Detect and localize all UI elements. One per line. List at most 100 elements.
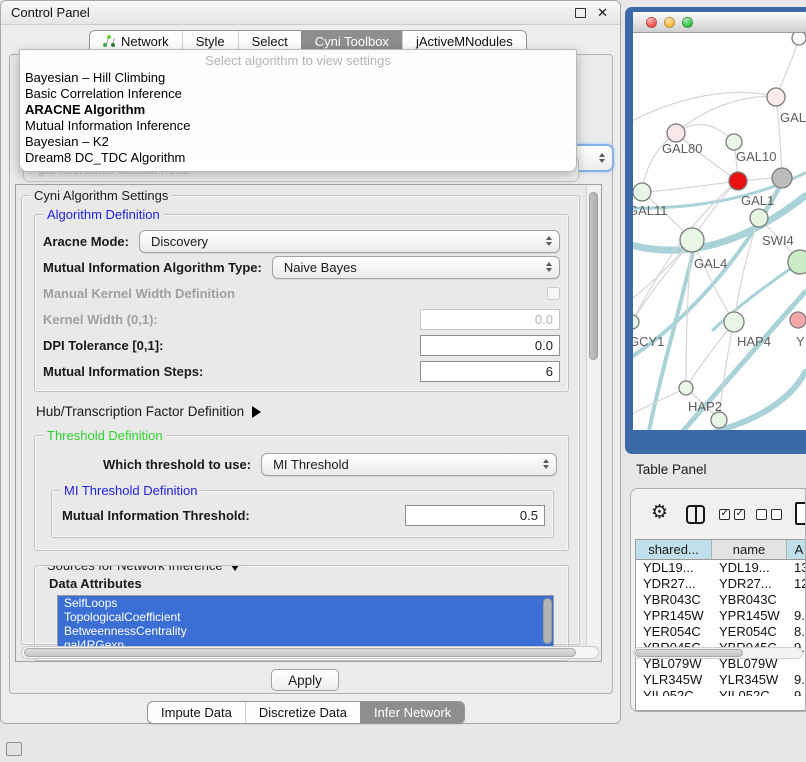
aracne-mode-combobox[interactable]: Discovery — [139, 230, 560, 253]
mi-threshold-field[interactable]: 0.5 — [405, 505, 545, 526]
table-horizontal-scrollbar[interactable] — [633, 647, 803, 659]
tab-label: Style — [196, 34, 225, 49]
document-icon[interactable] — [795, 502, 806, 525]
threshold-definition-group: Threshold Definition Which threshold to … — [34, 435, 569, 551]
table-cell: YER054C — [712, 624, 787, 640]
algorithm-option[interactable]: Dream8 DC_TDC Algorithm — [20, 150, 576, 166]
network-node[interactable] — [680, 228, 704, 252]
tab-infer-network[interactable]: Infer Network — [360, 702, 464, 723]
kernel-width-row: Kernel Width (0,1): 0.0 — [43, 307, 560, 331]
network-node[interactable] — [772, 168, 792, 188]
close-traffic-light-icon[interactable] — [646, 17, 657, 28]
node-label: GAL10 — [736, 149, 776, 164]
network-node[interactable] — [633, 315, 639, 329]
dpi-tolerance-field[interactable]: 0.0 — [420, 335, 560, 356]
mi-type-label: Mutual Information Algorithm Type: — [43, 260, 262, 275]
tab-label: Impute Data — [161, 705, 232, 720]
network-node[interactable] — [679, 381, 693, 395]
network-node[interactable] — [633, 183, 651, 201]
tab-discretize-data[interactable]: Discretize Data — [245, 702, 360, 723]
table-row[interactable]: YBR043CYBR043C — [636, 592, 805, 608]
network-edge[interactable] — [692, 240, 734, 322]
network-node[interactable] — [711, 412, 727, 428]
algorithm-option[interactable]: ARACNE Algorithm — [20, 102, 576, 118]
attribute-item-selected[interactable]: TopologicalCoefficient — [58, 610, 553, 624]
network-node[interactable] — [729, 172, 747, 190]
tab-label: Select — [252, 34, 288, 49]
sources-group-title[interactable]: Sources for Network Inference — [43, 565, 245, 573]
algorithm-option[interactable]: Bayesian – Hill Climbing — [20, 70, 576, 86]
network-node[interactable] — [724, 312, 744, 332]
algorithm-dropdown-hint: Select algorithm to view settings — [20, 52, 576, 70]
attribute-item-selected[interactable]: SelfLoops — [58, 596, 553, 610]
select-all-columns-icon[interactable] — [719, 509, 745, 520]
mi-type-combobox[interactable]: Naive Bayes — [272, 256, 560, 279]
cyni-settings-scrollpane: Cyni Algorithm Settings Algorithm Defini… — [15, 184, 602, 662]
gear-icon[interactable] — [651, 502, 668, 524]
network-edge[interactable] — [642, 181, 738, 192]
column-layout-icon[interactable] — [686, 505, 705, 524]
network-node[interactable] — [792, 33, 806, 45]
checked-checkbox-icon — [734, 509, 745, 520]
network-canvas[interactable]: GALGAL80GAL10GAL1SWI4GAL11GAL4GCY1HAP4YH… — [633, 33, 806, 430]
network-edge[interactable] — [676, 97, 776, 133]
control-panel-titlebar: Control Panel — [1, 1, 620, 25]
settings-vertical-scrollbar[interactable] — [586, 185, 601, 646]
node-label: GAL80 — [662, 141, 702, 156]
table-row[interactable]: YIL052CYIL052C9 — [636, 688, 805, 696]
mi-steps-field[interactable]: 6 — [420, 361, 560, 382]
table-cell: YDR27... — [636, 576, 712, 592]
tab-impute-data[interactable]: Impute Data — [148, 702, 245, 723]
network-window-titlebar — [633, 12, 806, 33]
scrollbar-thumb[interactable] — [635, 649, 743, 657]
deselect-all-columns-icon[interactable] — [756, 509, 782, 520]
column-header-a[interactable]: A — [787, 540, 805, 559]
table-row[interactable]: YPR145WYPR145W9. — [636, 608, 805, 624]
cyni-algorithm-settings-group: Cyni Algorithm Settings Algorithm Defini… — [21, 195, 580, 645]
column-header-shared-[interactable]: shared... — [636, 540, 712, 559]
close-icon[interactable] — [597, 5, 608, 21]
which-threshold-combobox[interactable]: MI Threshold — [261, 453, 557, 476]
hub-definition-toggle[interactable]: Hub/Transcription Factor Definition — [36, 404, 579, 419]
settings-horizontal-scrollbar[interactable] — [21, 646, 599, 659]
algorithm-option[interactable]: Basic Correlation Inference — [20, 86, 576, 102]
table-row[interactable]: YER054CYER054C8. — [636, 624, 805, 640]
algorithm-option[interactable]: Mutual Information Inference — [20, 118, 576, 134]
node-label: GAL11 — [633, 203, 668, 218]
table-row[interactable]: YLR345WYLR345W9. — [636, 672, 805, 688]
group-title: Threshold Definition — [43, 428, 167, 443]
table-cell: YDL19... — [712, 560, 787, 576]
attribute-item-selected[interactable]: BetweennessCentrality — [58, 624, 553, 638]
table-cell: 8. — [787, 624, 805, 640]
combo-spinner-icon — [546, 236, 552, 246]
aracne-mode-label: Aracne Mode: — [43, 234, 129, 249]
scrollbar-thumb[interactable] — [589, 192, 598, 360]
table-cell: YBR043C — [712, 592, 787, 608]
manual-kernel-checkbox[interactable] — [547, 287, 560, 300]
network-node[interactable] — [790, 312, 806, 328]
list-scrollbar-thumb[interactable] — [543, 598, 552, 644]
network-node[interactable] — [767, 88, 785, 106]
kernel-width-field[interactable]: 0.0 — [420, 309, 560, 330]
node-label: GAL — [780, 110, 806, 125]
network-node[interactable] — [788, 250, 806, 274]
column-header-name[interactable]: name — [712, 540, 787, 559]
algorithm-option[interactable]: Bayesian – K2 — [20, 134, 576, 150]
network-node[interactable] — [667, 124, 685, 142]
table-row[interactable]: YDL19...YDL19...13 — [636, 560, 805, 576]
network-node[interactable] — [726, 134, 742, 150]
minimize-traffic-light-icon[interactable] — [664, 17, 675, 28]
network-view-window: GALGAL80GAL10GAL1SWI4GAL11GAL4GCY1HAP4YH… — [625, 7, 806, 454]
group-title: Algorithm Definition — [43, 207, 164, 222]
table-row[interactable]: YDR27...YDR27...12 — [636, 576, 805, 592]
control-panel-title: Control Panel — [11, 5, 90, 20]
manual-kernel-row: Manual Kernel Width Definition — [43, 281, 560, 305]
float-panel-icon[interactable] — [575, 8, 586, 18]
apply-button[interactable]: Apply — [271, 669, 339, 691]
network-graph: GALGAL80GAL10GAL1SWI4GAL11GAL4GCY1HAP4YH… — [633, 33, 806, 430]
node-label: GAL4 — [694, 256, 727, 271]
scrollbar-thumb[interactable] — [24, 648, 576, 657]
network-node[interactable] — [750, 209, 768, 227]
zoom-traffic-light-icon[interactable] — [682, 17, 693, 28]
docked-panel-icon[interactable] — [6, 742, 22, 756]
